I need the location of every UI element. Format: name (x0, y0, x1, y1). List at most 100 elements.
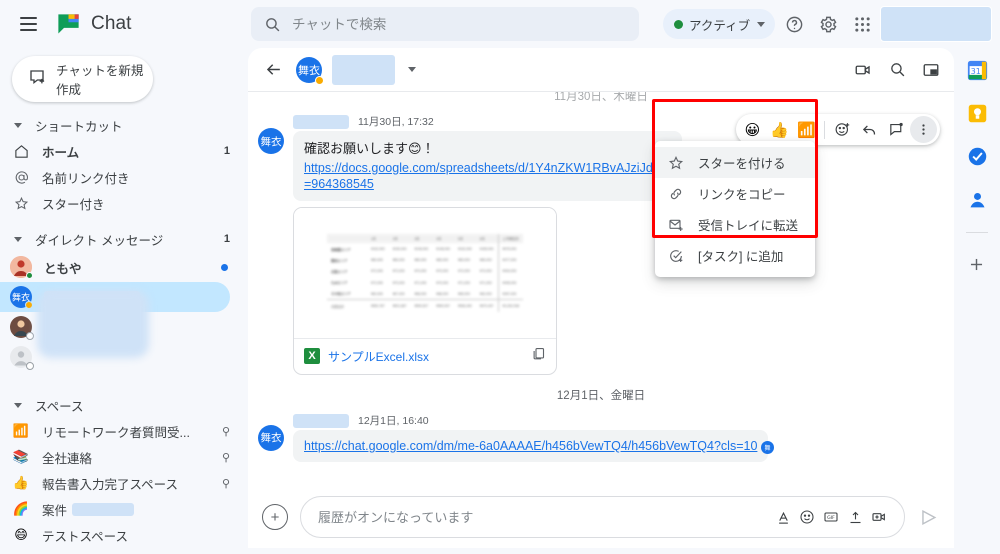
google-calendar-icon[interactable]: 31 (967, 60, 988, 81)
menu-item-add-star[interactable]: スターを付ける (655, 147, 815, 178)
message-link[interactable]: https://docs.google.com/spreadsheets/d/1… (304, 159, 671, 177)
message-item: 舞衣 12月1日, 16:40 https://chat.google.com/… (248, 409, 954, 462)
composer-input-wrapper[interactable]: GIF (300, 496, 905, 538)
shortcuts-section-header[interactable]: ショートカット (0, 112, 244, 138)
message-input[interactable] (318, 509, 771, 525)
gif-icon[interactable]: GIF (819, 505, 843, 529)
copy-icon[interactable] (531, 346, 546, 366)
sidebar-item-label: スター付き (42, 197, 105, 212)
avatar[interactable] (880, 6, 992, 42)
sidebar-item-mentions[interactable]: 名前リンク付き (0, 164, 244, 190)
add-reaction-icon[interactable] (829, 116, 856, 143)
dm-item-tomoya[interactable]: ともや (0, 252, 244, 282)
space-label: リモートワーク者質問受... (42, 425, 190, 440)
sidebar-item-home[interactable]: ホーム 1 (0, 138, 244, 164)
pin-icon: ⚲ (221, 425, 230, 438)
space-label: 案件 (42, 503, 68, 518)
google-keep-icon[interactable] (967, 103, 988, 124)
space-label: テストスペース (42, 529, 129, 544)
chevron-down-icon (14, 122, 22, 128)
message-link-tail[interactable]: =964368545 (304, 175, 671, 193)
status-chip[interactable]: アクティブ (663, 9, 776, 39)
menu-item-forward-to-inbox[interactable]: 受信トレイに転送 (655, 209, 815, 240)
search-icon (264, 16, 281, 33)
add-task-icon (667, 248, 685, 264)
dm-section-header[interactable]: ダイレクト メッセージ 1 (0, 226, 244, 252)
dm-title: ダイレクト メッセージ (35, 233, 164, 248)
space-emoji-icon: 👍 (12, 475, 30, 490)
video-icon[interactable] (867, 505, 891, 529)
add-attachment-icon[interactable]: + (262, 504, 288, 530)
search-icon[interactable] (884, 57, 910, 83)
open-in-window-icon[interactable] (918, 57, 944, 83)
chevron-down-icon (14, 236, 22, 242)
emoji-icon[interactable] (795, 505, 819, 529)
chevron-down-icon (757, 21, 766, 27)
message-link[interactable]: https://chat.google.com/dm/me-6a0AAAAE/h… (304, 437, 757, 455)
menu-item-label: スターを付ける (698, 157, 786, 171)
sidebar-item-space-4[interactable]: 😄 テストスペース (0, 522, 244, 548)
message-list: 11月30日、木曜日 舞衣 11月30日, 17:32 確認お願いします😊！ h… (248, 92, 954, 462)
attachment-file-name[interactable]: サンプルExcel.xlsx (328, 348, 429, 365)
attachment-card[interactable]: 1月 2月 3月 4月 5月 6月 上半期合計 首都圏エリア ¥152,000 ¥150,… (293, 206, 557, 375)
read-receipt-avatar: 舞 (761, 440, 774, 454)
hamburger-menu-icon[interactable] (8, 4, 48, 44)
send-icon[interactable] (914, 503, 942, 531)
back-arrow-icon[interactable] (260, 57, 286, 83)
search-input[interactable] (292, 16, 626, 32)
reaction-smile-icon[interactable]: 😀 (739, 116, 766, 143)
add-apps-icon[interactable] (967, 255, 988, 276)
spaces-section-header[interactable]: スペース (0, 392, 244, 418)
menu-item-add-to-tasks[interactable]: [タスク] に追加 (655, 240, 815, 271)
unread-dot (221, 263, 228, 271)
sidebar-item-space-1[interactable]: 📚 全社連絡 ⚲ (0, 444, 244, 470)
sidebar-item-space-2[interactable]: 👍 報告書入力完了スペース ⚲ (0, 470, 244, 496)
search-box[interactable] (251, 7, 639, 41)
sidebar-item-space-0[interactable]: 📶 リモートワーク者質問受... ⚲ (0, 418, 244, 444)
message-author-redacted (293, 413, 349, 428)
conversation-header: 舞衣 (248, 48, 954, 92)
spaces-title: スペース (35, 399, 84, 414)
chevron-down-icon[interactable] (408, 67, 416, 72)
redaction-overlay (37, 290, 149, 358)
forward-to-inbox-icon (667, 217, 685, 233)
message-body: 11月30日, 17:32 確認お願いします😊！ https://docs.go… (293, 112, 682, 375)
reaction-signal-icon[interactable]: 📶 (793, 116, 820, 143)
video-call-icon[interactable] (850, 57, 876, 83)
message-timestamp: 12月1日, 16:40 (358, 414, 429, 427)
mention-icon (12, 170, 30, 185)
sidebar-item-starred[interactable]: スター付き (0, 190, 244, 216)
divider (824, 120, 825, 139)
sidebar-item-space-5[interactable]: 😁 外部ユーザースペース (0, 548, 244, 554)
top-bar: Chat アクティブ (0, 0, 1000, 48)
menu-item-copy-link[interactable]: リンクをコピー (655, 178, 815, 209)
date-divider-top: 11月30日、木曜日 (554, 92, 648, 103)
space-emoji-icon: 😄 (14, 527, 28, 542)
message-timestamp: 11月30日, 17:32 (358, 116, 434, 128)
reply-in-thread-icon[interactable] (883, 116, 910, 143)
avatar (10, 316, 34, 340)
message-bubble: https://chat.google.com/dm/me-6a0AAAAE/h… (293, 429, 769, 462)
space-label: 報告書入力完了スペース (42, 477, 179, 492)
conversation-title-redacted (332, 54, 395, 85)
divider (966, 232, 988, 233)
google-contacts-icon[interactable] (967, 189, 988, 210)
date-divider: 12月1日、金曜日 (556, 389, 646, 402)
sidebar-item-space-3[interactable]: 🌈 案件 (0, 496, 244, 522)
gear-icon[interactable] (814, 10, 842, 38)
google-tasks-icon[interactable] (967, 146, 988, 167)
link-icon (667, 186, 685, 202)
reply-icon[interactable] (856, 116, 883, 143)
message-bubble: 確認お願いします😊！ https://docs.google.com/sprea… (293, 131, 682, 201)
more-options-icon[interactable] (910, 116, 937, 143)
space-label-redacted (72, 502, 135, 516)
space-label: 全社連絡 (42, 451, 93, 466)
apps-grid-icon[interactable] (848, 10, 876, 38)
help-circle-icon[interactable] (780, 10, 808, 38)
reaction-thumbsup-icon[interactable]: 👍 (766, 116, 793, 143)
text-format-icon[interactable] (771, 505, 795, 529)
new-chat-button[interactable]: チャットを新規作成 (12, 56, 153, 102)
message-meta: 11月30日, 17:32 (293, 112, 682, 129)
right-rail: 31 (954, 48, 1000, 554)
upload-icon[interactable] (843, 505, 867, 529)
